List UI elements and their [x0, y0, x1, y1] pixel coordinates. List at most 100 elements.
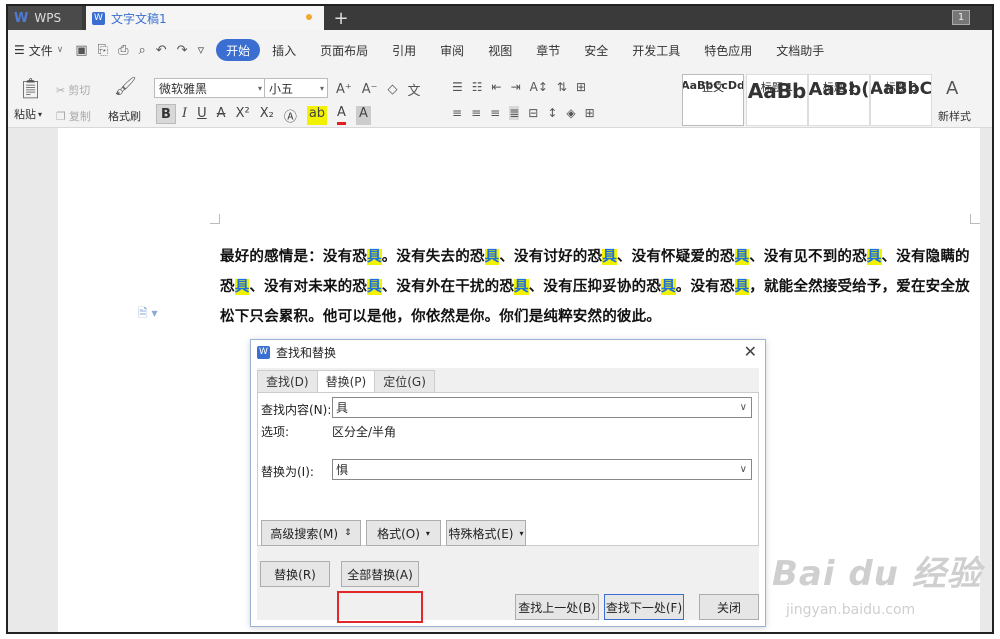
- highlight-icon[interactable]: ab: [306, 106, 328, 125]
- style-label: 标题 1: [760, 81, 794, 94]
- style-label: 标题 2: [822, 81, 856, 94]
- paste-button[interactable]: 粘贴 ▾: [14, 106, 42, 122]
- menu-item-1[interactable]: 插入: [260, 39, 308, 61]
- menu-item-8[interactable]: 开发工具: [620, 39, 692, 61]
- chevron-down-icon: ∨: [56, 45, 64, 55]
- special-format-button[interactable]: 特殊格式(E) ▾: [446, 520, 526, 546]
- style-card-2[interactable]: AaBb(标题 2: [808, 74, 870, 126]
- menu-item-2[interactable]: 页面布局: [308, 39, 380, 61]
- dropdown-arrow-icon: ▾: [425, 528, 430, 538]
- table-icon[interactable]: ⊞: [576, 80, 586, 94]
- line-spacing-icon[interactable]: ↕: [547, 106, 557, 120]
- new-style-icon[interactable]: A: [946, 78, 958, 99]
- style-card-1[interactable]: AaBb 标题 1: [746, 74, 808, 126]
- highlighted-match: 具: [734, 279, 750, 295]
- options-value: 区分全/半角: [332, 425, 397, 439]
- text-direction-icon[interactable]: A↕: [530, 80, 548, 94]
- brush-icon[interactable]: 🖌︎: [114, 76, 137, 97]
- app-window: W WPS W 文字文稿1 + 1 ☰ 文件 ∨ ▣ ⎘ ⎙ ⌕ ↶ ↷ ▿ 开…: [6, 4, 994, 634]
- style-card-3[interactable]: AaBbC 标题 3: [870, 74, 932, 126]
- customize-icon[interactable]: ▿: [198, 43, 205, 58]
- close-icon[interactable]: ✕: [744, 342, 757, 361]
- find-previous-button[interactable]: 查找上一处(B): [515, 594, 599, 620]
- shading-icon[interactable]: ◈: [566, 106, 575, 120]
- replace-label: 替换为(I):: [261, 465, 314, 479]
- new-style-button[interactable]: 新样式: [938, 108, 971, 124]
- increase-indent-icon[interactable]: ⇥: [511, 80, 521, 94]
- find-next-button[interactable]: 查找下一处(F): [604, 594, 684, 620]
- chevron-down-icon[interactable]: ∨: [740, 464, 747, 475]
- bullet-list-icon[interactable]: ☰: [452, 80, 463, 94]
- replace-button[interactable]: 替换(R): [260, 561, 330, 587]
- save-icon[interactable]: ▣: [75, 43, 87, 58]
- text-run: 、没有压抑妥协的恐: [528, 279, 662, 295]
- close-button[interactable]: 关闭: [699, 594, 759, 620]
- menu-item-0[interactable]: 开始: [216, 39, 261, 61]
- font-size-select[interactable]: 小五 ▾: [264, 78, 328, 98]
- bold-button[interactable]: B: [156, 104, 176, 124]
- margin-corner-tr: [970, 214, 980, 224]
- hamburger-icon: ☰: [14, 43, 25, 57]
- replace-input[interactable]: 惧 ∨: [332, 459, 752, 480]
- print-icon[interactable]: ⎙: [118, 43, 128, 58]
- shrink-font-icon[interactable]: A⁻: [362, 82, 378, 97]
- paste-icon[interactable]: 📋︎: [18, 76, 43, 100]
- grow-font-icon[interactable]: A⁺: [336, 82, 352, 97]
- align-right-icon[interactable]: ≡: [490, 106, 500, 120]
- menu-item-5[interactable]: 视图: [476, 39, 524, 61]
- decrease-indent-icon[interactable]: ⇤: [492, 80, 502, 94]
- align-center-icon[interactable]: ≡: [471, 106, 481, 120]
- menu-bar: ☰ 文件 ∨ ▣ ⎘ ⎙ ⌕ ↶ ↷ ▿ 开始 插入 页面布局 引用 审阅 视图 章节 安全开…: [8, 30, 992, 70]
- advanced-search-button[interactable]: 高级搜索(M) ⇕: [261, 520, 361, 546]
- print-preview-icon[interactable]: ⌕: [138, 43, 145, 58]
- align-left-icon[interactable]: ≡: [452, 106, 462, 120]
- find-input[interactable]: 具 ∨: [332, 397, 752, 418]
- subscript-icon[interactable]: X₂: [260, 106, 274, 125]
- menu-item-7[interactable]: 安全: [572, 39, 620, 61]
- font-name-select[interactable]: 微软雅黑 ▾: [154, 78, 266, 98]
- distribute-icon[interactable]: ⊟: [528, 106, 538, 120]
- justify-icon[interactable]: ≣: [509, 106, 520, 120]
- new-style-label: 新样式: [938, 110, 971, 123]
- dialog-tab-0[interactable]: 查找(D): [257, 370, 318, 392]
- format-painter-button[interactable]: 格式刷: [108, 108, 141, 124]
- dialog-tab-1[interactable]: 替换(P): [316, 370, 376, 392]
- file-menu-button[interactable]: ☰ 文件 ∨: [8, 42, 69, 59]
- char-shading-icon[interactable]: A: [355, 106, 371, 125]
- numbered-list-icon[interactable]: ☷: [472, 80, 483, 94]
- window-count-badge[interactable]: 1: [952, 10, 970, 25]
- menu-item-4[interactable]: 审阅: [428, 39, 476, 61]
- chevron-down-icon[interactable]: ∨: [740, 402, 747, 413]
- strikethrough-icon[interactable]: A: [217, 106, 226, 125]
- menu-item-10[interactable]: 文档助手: [764, 39, 836, 61]
- export-icon[interactable]: ⎘: [98, 43, 108, 58]
- clear-format-icon[interactable]: ◇: [388, 82, 398, 97]
- replace-all-button[interactable]: 全部替换(A): [341, 561, 419, 587]
- menu-item-9[interactable]: 特色应用: [692, 39, 764, 61]
- superscript-icon[interactable]: X²: [236, 106, 250, 125]
- italic-icon[interactable]: I: [182, 106, 187, 125]
- dialog-tab-2[interactable]: 定位(G): [374, 370, 435, 392]
- copy-button[interactable]: ❐ 复制: [56, 108, 91, 124]
- paragraph-handle-icon[interactable]: 🗎︎ ▾: [138, 304, 158, 325]
- cut-label: 剪切: [68, 84, 91, 97]
- document-paragraph[interactable]: 最好的感情是：没有恐具。没有失去的恐具、没有讨好的恐具、没有怀疑爱的恐具、没有见…: [220, 242, 980, 332]
- font-color-icon[interactable]: A: [337, 106, 346, 125]
- style-card-0[interactable]: AaBbCcDd 正文: [682, 74, 744, 126]
- underline-icon[interactable]: U: [197, 106, 207, 125]
- menu-item-3[interactable]: 引用: [380, 39, 428, 61]
- text-effect-icon[interactable]: Ⓐ: [284, 106, 297, 125]
- text-run: 。没有恐: [675, 279, 735, 295]
- redo-icon[interactable]: ↷: [177, 43, 188, 58]
- format-button[interactable]: 格式(O) ▾: [366, 520, 441, 546]
- paste-label: 粘贴: [14, 108, 36, 121]
- cut-button[interactable]: ✂ 剪切: [56, 82, 90, 98]
- sort-icon[interactable]: ⇅: [557, 80, 567, 94]
- pinyin-icon[interactable]: 文: [408, 80, 421, 99]
- document-tab[interactable]: W 文字文稿1: [86, 6, 324, 30]
- border-icon[interactable]: ⊞: [585, 106, 595, 120]
- undo-icon[interactable]: ↶: [156, 43, 167, 58]
- wps-home-tab[interactable]: W WPS: [8, 6, 82, 30]
- menu-item-6[interactable]: 章节: [524, 39, 572, 61]
- new-tab-button[interactable]: +: [330, 6, 352, 30]
